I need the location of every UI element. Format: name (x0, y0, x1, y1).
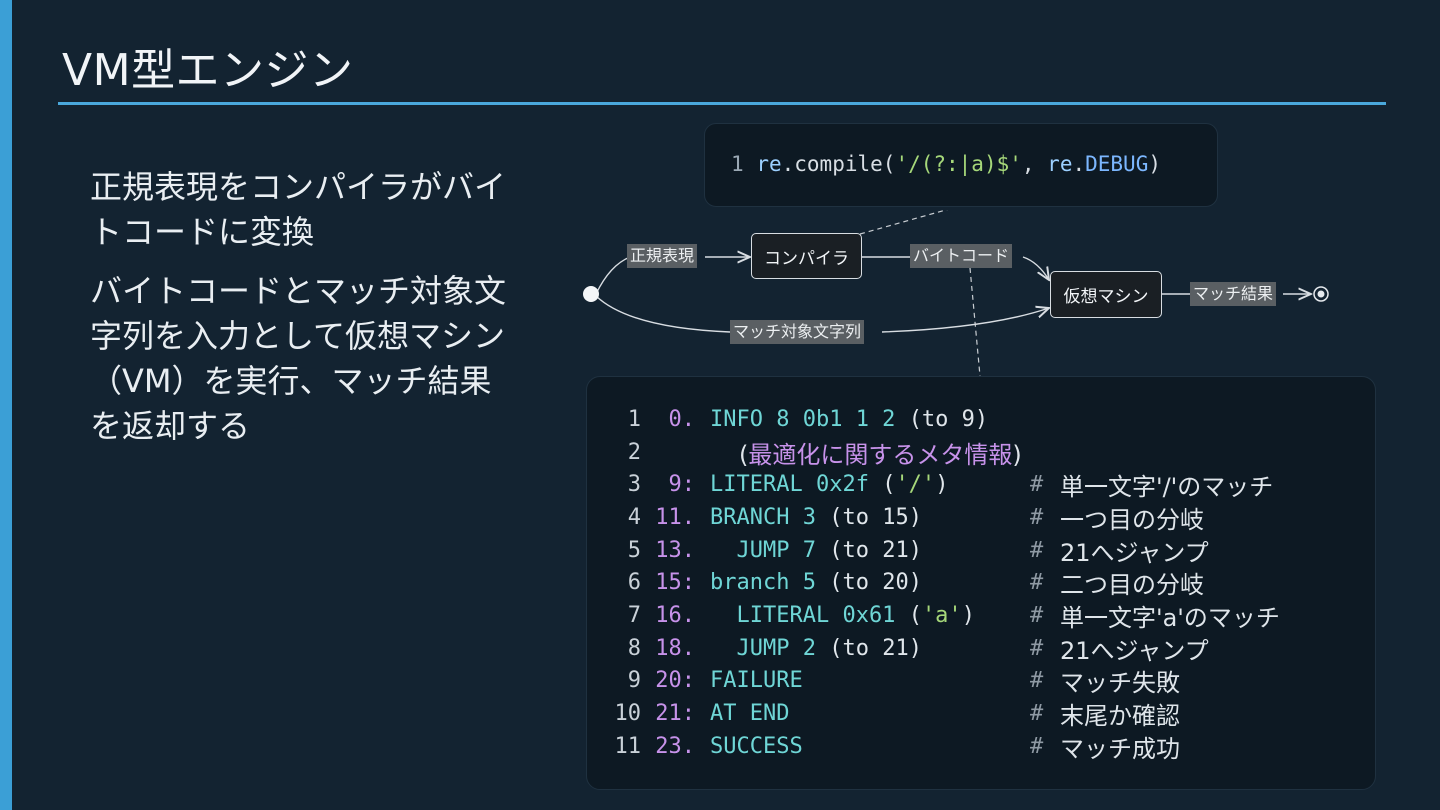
dashed-connector (969, 267, 981, 377)
line-number: 8 (627, 635, 641, 661)
address: 16. (655, 602, 695, 628)
comment: 一つ目の分岐 (1060, 505, 1204, 534)
left-accent-bar (0, 0, 12, 810)
code-row: 2 (最適化に関するメタ情報) (587, 436, 1375, 469)
label-regex: 正規表現 (627, 244, 698, 268)
edge-to-vm (1022, 256, 1049, 280)
code-row: 10 21: AT END # 末尾か確認 (587, 697, 1375, 730)
address: 13. (655, 537, 695, 563)
address: 23. (655, 733, 695, 759)
code-row: 7 16. LITERAL 0x61 ('a') # 単一文字'a'のマッチ (587, 599, 1375, 632)
label-target-string: マッチ対象文字列 (730, 320, 865, 344)
opcode: branch 5 (to 20) (710, 570, 922, 596)
dashed-connector (859, 210, 948, 235)
end-node-dot (1317, 290, 1325, 298)
comment-hash: # (1030, 733, 1044, 759)
line-number: 6 (627, 570, 641, 596)
comment: 単一文字'/'のマッチ (1060, 473, 1274, 502)
address: 0. (668, 406, 696, 432)
code-row: 5 13. JUMP 7 (to 21) #21へジャンプ (587, 534, 1375, 567)
comment-hash: # (1030, 602, 1044, 628)
code-row: 11 23. SUCCESS # マッチ成功 (587, 730, 1375, 763)
address: 11. (655, 504, 695, 530)
line-number: 5 (627, 537, 641, 563)
compiler-node: コンパイラ (751, 233, 862, 279)
code-pattern: '/(?:|a)$' (895, 152, 1022, 176)
code-row: 4 11. BRANCH 3 (to 15) # 一つ目の分岐 (587, 501, 1375, 534)
comment: マッチ失敗 (1060, 669, 1180, 698)
code-row: 9 20: FAILURE # マッチ失敗 (587, 665, 1375, 698)
comment: 単一文字'a'のマッチ (1060, 603, 1280, 632)
code-dot: . (1072, 152, 1086, 176)
code-row: 3 9: LITERAL 0x2f ('/') # 単一文字'/'のマッチ (587, 468, 1375, 501)
opcode: FAILURE (710, 668, 803, 694)
opcode: JUMP 2 (to 21) (710, 635, 922, 661)
opcode: LITERAL 0x61 ('a') (710, 602, 975, 628)
line-number: 7 (627, 602, 641, 628)
comment-hash: # (1030, 504, 1044, 530)
line-number: 9 (627, 668, 641, 694)
code-flag-module: re (1047, 152, 1073, 176)
code-dot: . (781, 152, 795, 176)
line-number: 2 (627, 439, 641, 465)
address: 21: (655, 701, 695, 727)
code-paren: ) (1148, 152, 1161, 176)
compile-code-block: 1 re.compile('/(?:|a)$', re.DEBUG) (704, 123, 1218, 207)
start-node (583, 286, 599, 302)
line-number: 1 (731, 152, 744, 176)
opcode: SUCCESS (710, 733, 803, 759)
opcode: JUMP 7 (to 21) (710, 537, 922, 563)
code-function: compile (794, 152, 883, 176)
address: 20: (655, 668, 695, 694)
code-paren: ( (882, 152, 896, 176)
edge-start (595, 256, 631, 295)
slide-title: VM型エンジン (62, 45, 354, 96)
code-row: 1 0. INFO 8 0b1 1 2 (to 9) (587, 403, 1375, 436)
label-bytecode: バイトコード (910, 244, 1013, 268)
opcode: BRANCH 3 (to 15) (710, 504, 922, 530)
vm-node: 仮想マシン (1050, 271, 1162, 318)
comment-hash: # (1030, 570, 1044, 596)
bullet-item: バイトコードとマッチ対象文字列を入力として仮想マシン（VM）を実行、マッチ結果を… (90, 272, 507, 445)
address: 15: (655, 570, 695, 596)
code-sep: , (1021, 152, 1048, 176)
comment-hash: # (1030, 472, 1044, 498)
bullet-item: 正規表現をコンパイラがバイトコードに変換 (90, 168, 507, 251)
debug-output-block: 1 0. INFO 8 0b1 1 2 (to 9) 2 (最適化に関するメタ情報) … (586, 376, 1376, 790)
comment-hash: # (1030, 635, 1044, 661)
line-number: 3 (627, 472, 641, 498)
edge-target-to-vm (881, 308, 1049, 333)
opcode: AT END (710, 701, 790, 727)
title-divider (58, 102, 1386, 105)
opcode: LITERAL 0x2f ('/') (710, 472, 949, 498)
comment: 末尾か確認 (1060, 702, 1180, 731)
line-number: 1 (627, 406, 641, 432)
line-number: 4 (627, 504, 641, 530)
comment: マッチ成功 (1060, 734, 1180, 763)
address: 18. (655, 635, 695, 661)
comment-hash: # (1030, 537, 1044, 563)
comment: 21へジャンプ (1060, 538, 1209, 567)
line-number: 10 (614, 701, 642, 727)
opcode: INFO 8 0b1 1 2 (to 9) (710, 406, 989, 432)
address: 9: (668, 472, 696, 498)
code-row: 8 18. JUMP 2 (to 21) #21へジャンプ (587, 632, 1375, 665)
line-number: 11 (614, 733, 642, 759)
code-module: re (756, 152, 782, 176)
label-match-result: マッチ結果 (1190, 282, 1277, 306)
edge-target-in (595, 295, 731, 333)
bullet-list: 正規表現をコンパイラがバイトコードに変換 バイトコードとマッチ対象文字列を入力と… (90, 165, 510, 463)
comment: 二つ目の分岐 (1060, 571, 1204, 600)
meta-comment: (最適化に関するメタ情報) (739, 440, 1022, 469)
comment-hash: # (1030, 701, 1044, 727)
code-flag: DEBUG (1085, 152, 1149, 176)
code-row: 6 15: branch 5 (to 20) # 二つ目の分岐 (587, 566, 1375, 599)
comment: 21へジャンプ (1060, 636, 1209, 665)
comment-hash: # (1030, 668, 1044, 694)
vm-flow-diagram: 正規表現 コンパイラ バイトコード 仮想マシン マッチ結果 マッチ対象文字列 (570, 210, 1350, 380)
